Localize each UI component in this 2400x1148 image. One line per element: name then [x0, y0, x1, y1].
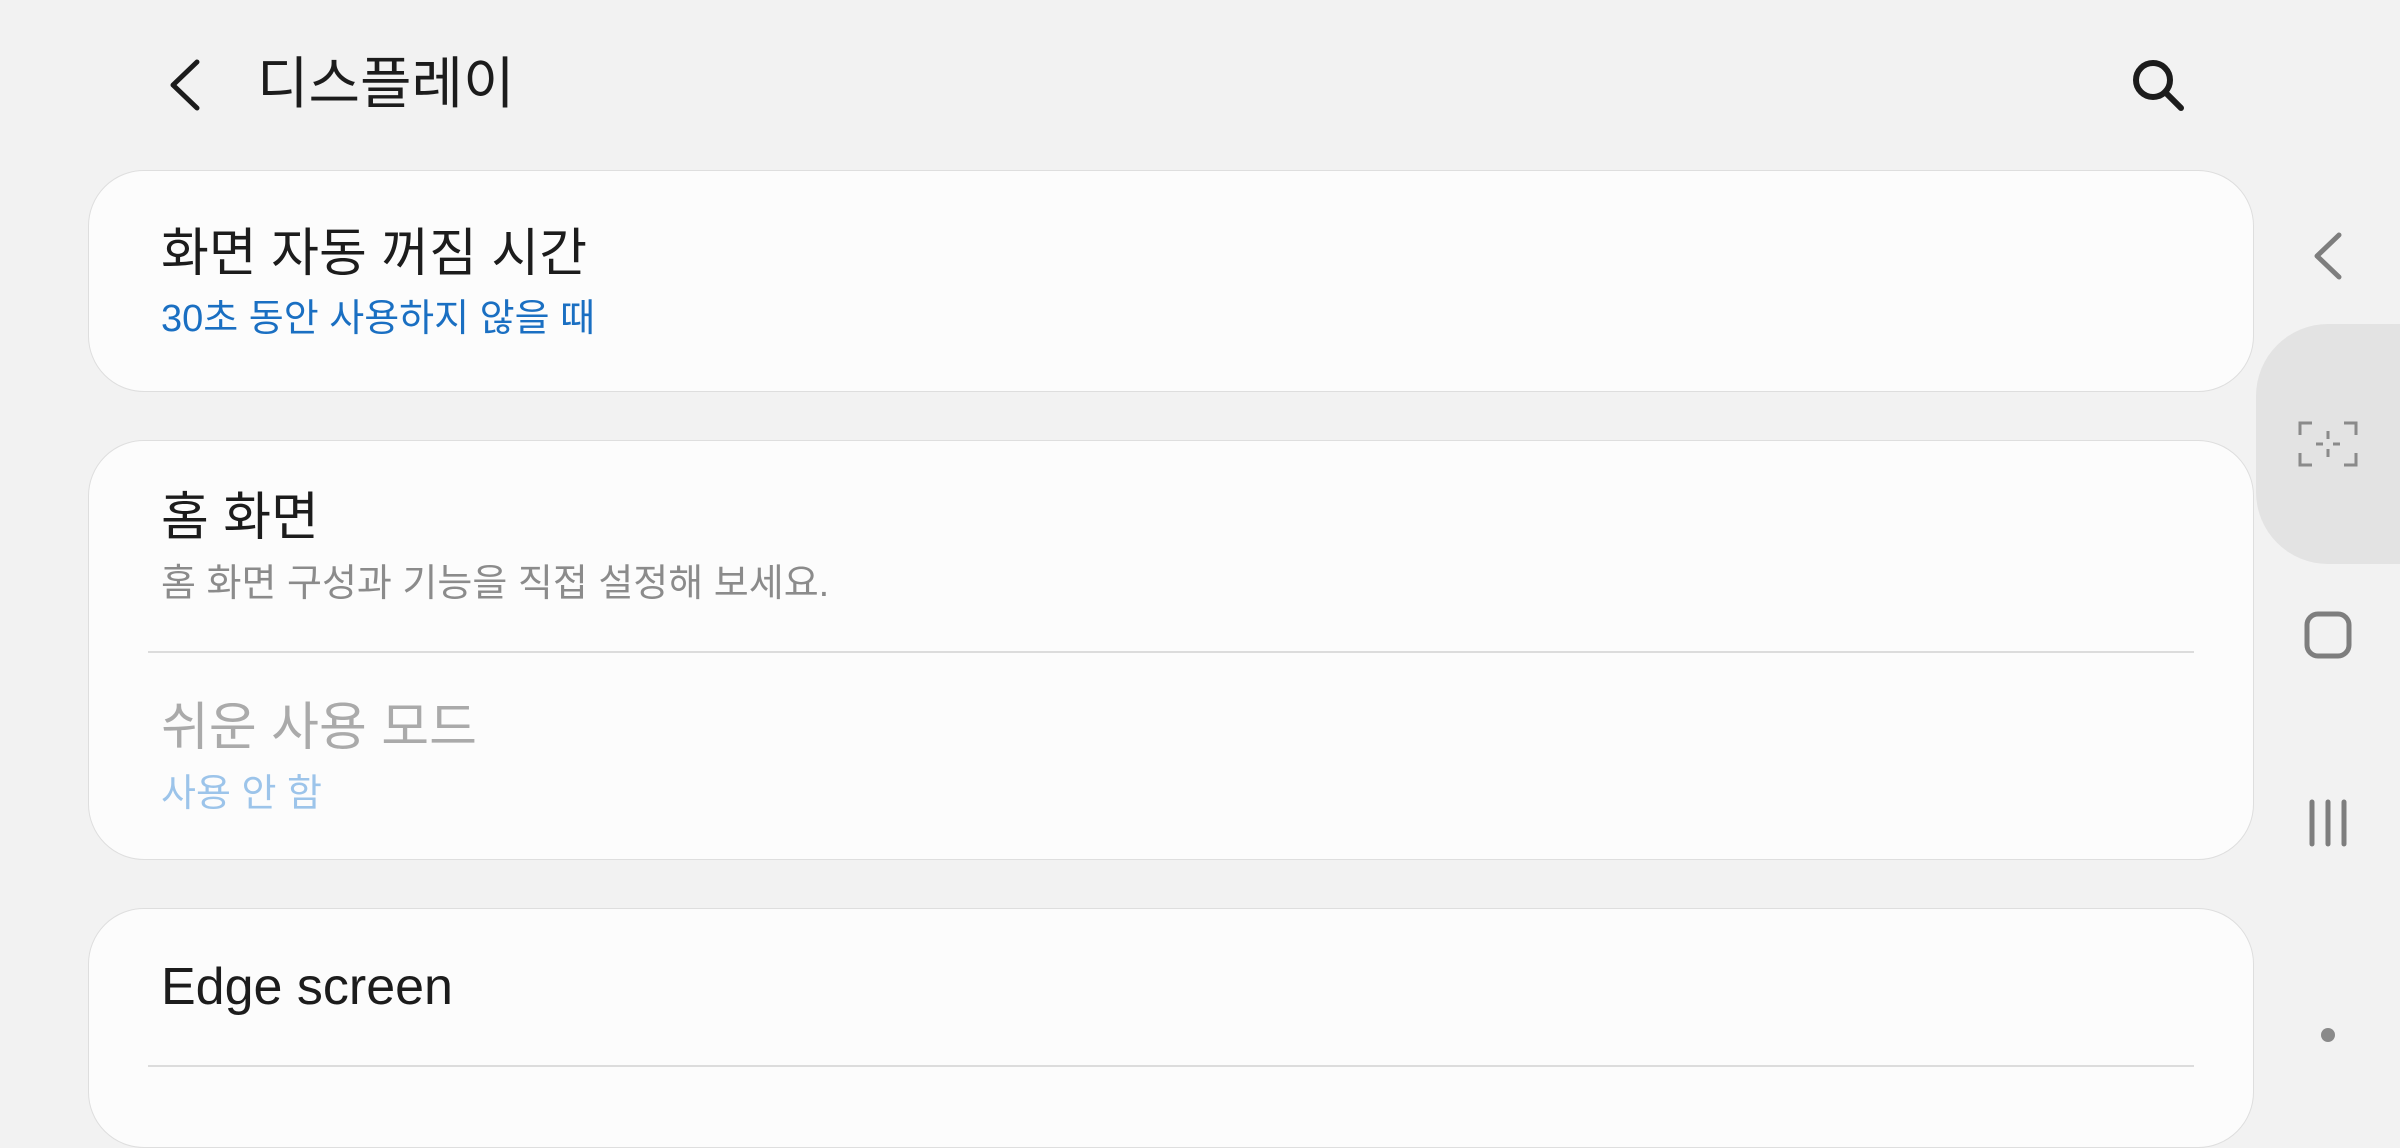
setting-title: 쉬운 사용 모드: [161, 699, 477, 757]
dot-icon: [2321, 1028, 2335, 1042]
app-bar: 디스플레이: [0, 0, 2256, 170]
home-icon: [2304, 611, 2352, 659]
screenshot-icon: [2298, 421, 2358, 467]
setting-item-home-screen[interactable]: 홈 화면 홈 화면 구성과 기능을 직접 설정해 보세요.: [89, 441, 2253, 652]
nav-hide-button[interactable]: [2256, 1010, 2400, 1060]
setting-description: 홈 화면 구성과 기능을 직접 설정해 보세요.: [161, 563, 830, 605]
setting-title: Edge screen: [161, 958, 453, 1016]
navigation-bar: [2256, 0, 2400, 1080]
nav-screenshot-button[interactable]: [2256, 394, 2400, 494]
settings-card-home: 홈 화면 홈 화면 구성과 기능을 직접 설정해 보세요. 쉬운 사용 모드 사…: [88, 440, 2254, 860]
setting-item-easy-mode[interactable]: 쉬운 사용 모드 사용 안 함: [89, 653, 2253, 859]
divider: [148, 1065, 2194, 1067]
back-button[interactable]: [145, 45, 225, 125]
setting-value: 사용 안 함: [161, 773, 322, 815]
setting-title: 홈 화면: [161, 489, 319, 547]
setting-title: 화면 자동 꺼짐 시간: [161, 225, 588, 283]
search-button[interactable]: [2118, 45, 2198, 125]
settings-card-screen-timeout: 화면 자동 꺼짐 시간 30초 동안 사용하지 않을 때: [88, 170, 2254, 392]
search-icon: [2133, 60, 2184, 111]
nav-recents-button[interactable]: [2256, 773, 2400, 873]
back-icon: [2314, 232, 2342, 280]
setting-item-edge-screen[interactable]: Edge screen: [89, 909, 2253, 1065]
back-arrow-icon: [170, 59, 200, 111]
nav-home-button[interactable]: [2256, 585, 2400, 685]
setting-item-screen-timeout[interactable]: 화면 자동 꺼짐 시간 30초 동안 사용하지 않을 때: [89, 171, 2253, 391]
setting-value: 30초 동안 사용하지 않을 때: [161, 298, 596, 340]
settings-card-edge: Edge screen: [88, 908, 2254, 1148]
page-title: 디스플레이: [257, 52, 515, 115]
recents-icon: [2309, 799, 2347, 847]
nav-back-button[interactable]: [2256, 206, 2400, 306]
